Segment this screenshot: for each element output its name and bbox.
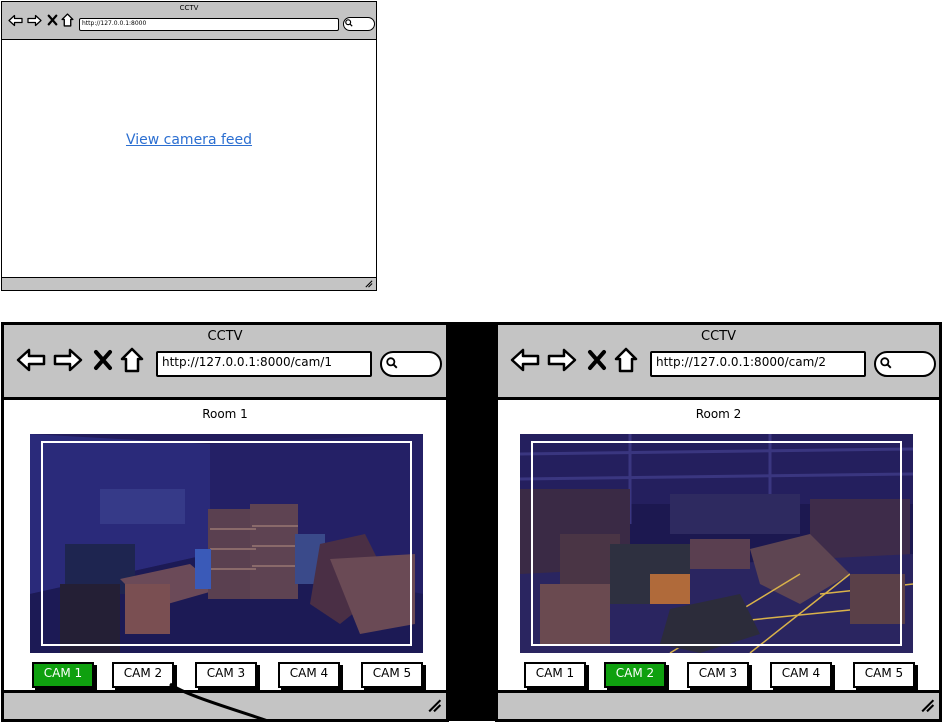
stop-icon[interactable] — [587, 349, 607, 371]
cam-1-button[interactable]: CAM 1 — [524, 662, 586, 688]
cam-2-button[interactable]: CAM 2 — [112, 662, 174, 688]
stop-icon[interactable] — [47, 14, 58, 26]
home-icon[interactable] — [120, 347, 144, 373]
search-icon — [386, 357, 398, 369]
cam-2-button[interactable]: CAM 2 — [604, 662, 666, 688]
cam-3-button[interactable]: CAM 3 — [687, 662, 749, 688]
cam-4-button[interactable]: CAM 4 — [278, 662, 340, 688]
cam-5-button[interactable]: CAM 5 — [361, 662, 423, 688]
stop-icon[interactable] — [93, 349, 113, 371]
browser-window-home: CCTV http://127.0.0.1:8000 View camera f… — [1, 1, 377, 291]
search-icon — [345, 19, 353, 27]
back-arrow-icon[interactable] — [8, 14, 23, 27]
resize-grip-icon[interactable] — [919, 697, 935, 713]
status-bar — [2, 277, 376, 290]
search-field[interactable] — [874, 351, 936, 377]
address-bar[interactable]: http://127.0.0.1:8000/cam/1 — [156, 351, 372, 377]
home-icon[interactable] — [61, 13, 74, 27]
browser-window-cam1: CCTV http://127.0.0.1:8000/cam/1 Room 1 — [1, 322, 449, 722]
forward-arrow-icon[interactable] — [27, 14, 42, 27]
camera-feed — [30, 434, 423, 653]
resize-grip-icon[interactable] — [364, 279, 373, 288]
browser-toolbar: CCTV http://127.0.0.1:8000/cam/2 — [498, 325, 939, 400]
browser-toolbar: CCTV http://127.0.0.1:8000/cam/1 — [4, 325, 446, 400]
browser-toolbar: CCTV http://127.0.0.1:8000 — [2, 2, 376, 40]
search-field[interactable] — [380, 351, 442, 377]
cam-1-button[interactable]: CAM 1 — [32, 662, 94, 688]
search-icon — [880, 357, 892, 369]
cam-4-button[interactable]: CAM 4 — [770, 662, 832, 688]
window-title: CCTV — [701, 329, 736, 344]
back-arrow-icon[interactable] — [16, 347, 46, 373]
window-divider — [448, 322, 496, 721]
browser-window-cam2: CCTV http://127.0.0.1:8000/cam/2 Room 2 — [495, 322, 942, 722]
feed-frame — [531, 441, 902, 646]
home-icon[interactable] — [614, 347, 638, 373]
feed-frame — [41, 441, 412, 646]
status-bar — [498, 690, 939, 719]
cam-3-button[interactable]: CAM 3 — [195, 662, 257, 688]
room-title: Room 2 — [695, 407, 742, 421]
room-title: Room 1 — [202, 407, 248, 421]
view-camera-feed-link[interactable]: View camera feed — [2, 132, 376, 148]
address-bar[interactable]: http://127.0.0.1:8000 — [79, 18, 339, 31]
camera-feed — [520, 434, 913, 653]
cam-5-button[interactable]: CAM 5 — [853, 662, 915, 688]
address-bar[interactable]: http://127.0.0.1:8000/cam/2 — [650, 351, 866, 377]
search-field[interactable] — [343, 17, 375, 31]
forward-arrow-icon[interactable] — [547, 347, 577, 373]
status-bar — [4, 690, 446, 719]
resize-grip-icon[interactable] — [426, 697, 442, 713]
window-title: CCTV — [179, 4, 199, 12]
back-arrow-icon[interactable] — [510, 347, 540, 373]
window-title: CCTV — [207, 329, 243, 344]
forward-arrow-icon[interactable] — [53, 347, 83, 373]
